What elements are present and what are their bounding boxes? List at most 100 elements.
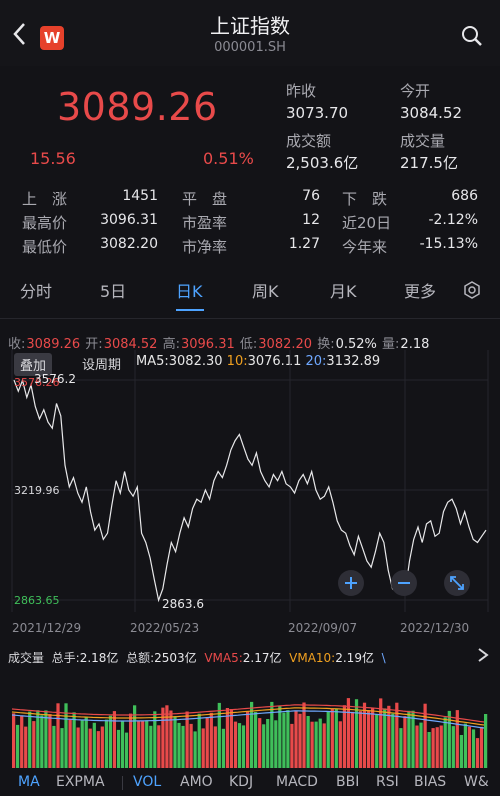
volume-bar bbox=[36, 710, 40, 768]
volume-bar bbox=[80, 719, 84, 768]
volume-bar bbox=[399, 728, 403, 768]
volume-bar bbox=[278, 706, 282, 768]
total-amount-value: 2503亿 bbox=[154, 651, 197, 665]
settings-icon[interactable] bbox=[462, 280, 482, 304]
volume-bar bbox=[88, 728, 92, 768]
flat-count-label: 平 盘 bbox=[182, 190, 228, 208]
volume-bar bbox=[451, 726, 455, 768]
volume-bar bbox=[100, 726, 104, 768]
tab-ma[interactable]: MA bbox=[18, 774, 40, 790]
volume-bar bbox=[435, 727, 439, 768]
volume-bar bbox=[383, 708, 387, 768]
volume-bar bbox=[250, 701, 254, 768]
zoom-out-icon[interactable] bbox=[391, 570, 417, 596]
volume-bar bbox=[209, 712, 213, 768]
tab-vol[interactable]: VOL bbox=[133, 774, 161, 790]
volume-bar bbox=[60, 728, 64, 768]
tab-more[interactable]: 更多 bbox=[404, 278, 436, 302]
volume-bar bbox=[48, 714, 52, 768]
volume-bar bbox=[20, 715, 24, 768]
volume-bar bbox=[205, 717, 209, 768]
volume-bar bbox=[96, 731, 100, 768]
volume-bar bbox=[44, 710, 48, 768]
volume-bar bbox=[177, 722, 181, 768]
vma20-label: \ bbox=[381, 651, 386, 665]
volume-bar bbox=[330, 708, 334, 768]
volume-bar bbox=[92, 722, 96, 768]
volume-bar bbox=[286, 710, 290, 768]
volume-bar bbox=[40, 715, 44, 768]
tab-expma[interactable]: EXPMA bbox=[56, 774, 105, 790]
volume-bar bbox=[149, 725, 153, 768]
tab-intraday[interactable]: 分时 bbox=[20, 278, 52, 302]
down-count-label: 下 跌 bbox=[342, 190, 388, 208]
volume-bar bbox=[76, 727, 80, 768]
volume-bar bbox=[258, 718, 262, 768]
volume-chart[interactable] bbox=[0, 668, 500, 768]
volume-bar bbox=[141, 720, 145, 768]
chart-grid bbox=[11, 350, 489, 612]
vma10-label: VMA10: bbox=[289, 651, 336, 665]
tab-rsi[interactable]: RSI bbox=[376, 774, 399, 790]
volume-bar bbox=[427, 732, 431, 768]
volume-bar bbox=[306, 716, 310, 768]
tab-bias[interactable]: BIAS bbox=[414, 774, 446, 790]
volume-bar bbox=[395, 702, 399, 768]
x-tick-label: 2022/09/07 bbox=[288, 621, 357, 635]
tab-wr[interactable]: W& bbox=[464, 774, 489, 790]
price-change: 15.56 bbox=[30, 149, 76, 168]
tab-monthly-k[interactable]: 月K bbox=[330, 278, 357, 302]
volume-bar bbox=[108, 715, 113, 768]
zoom-in-icon[interactable] bbox=[338, 570, 364, 596]
volume-bar bbox=[201, 728, 205, 768]
expand-icon[interactable] bbox=[444, 570, 470, 596]
volume-bar bbox=[104, 719, 109, 768]
tab-amo[interactable]: AMO bbox=[180, 774, 213, 790]
volume-bar bbox=[254, 712, 258, 768]
low-label: 最低价 bbox=[22, 238, 68, 256]
volume-section-label: 成交量 bbox=[8, 651, 45, 665]
price-change-percent: 0.51% bbox=[203, 149, 254, 168]
volume-bar bbox=[185, 711, 189, 768]
volume-bar bbox=[314, 721, 318, 768]
y-tick-label: 2863.65 bbox=[14, 594, 60, 607]
volume-bar bbox=[415, 725, 419, 768]
volume-bar bbox=[193, 731, 197, 768]
tab-bbi[interactable]: BBI bbox=[336, 774, 359, 790]
pe-value: 12 bbox=[302, 212, 320, 228]
volume-bar bbox=[298, 713, 302, 768]
volume-bar bbox=[294, 710, 298, 768]
tab-kdj[interactable]: KDJ bbox=[229, 774, 253, 790]
volume-legend: 成交量 总手:2.18亿 总额:2503亿 VMA5:2.17亿 VMA10:2… bbox=[8, 649, 386, 666]
volume-bar bbox=[229, 709, 234, 768]
x-tick-label: 2022/05/23 bbox=[130, 621, 199, 635]
volume-value: 217.5亿 bbox=[400, 154, 458, 172]
x-tick-label: 2021/12/29 bbox=[12, 621, 81, 635]
volume-bar bbox=[471, 729, 476, 768]
volume-bar bbox=[157, 725, 161, 768]
current-price: 3089.26 bbox=[57, 85, 218, 129]
up-count: 1451 bbox=[122, 188, 158, 204]
volume-bar bbox=[459, 735, 464, 768]
x-tick-label: 2022/12/30 bbox=[400, 621, 469, 635]
volume-bar bbox=[463, 723, 468, 768]
volume-bar bbox=[403, 716, 407, 768]
volume-label: 成交量 bbox=[400, 132, 446, 150]
volume-bar bbox=[181, 725, 185, 768]
volume-bar bbox=[116, 729, 121, 768]
tab-daily-k[interactable]: 日K bbox=[176, 278, 203, 302]
volume-bar bbox=[334, 708, 338, 768]
tab-weekly-k[interactable]: 周K bbox=[252, 278, 279, 302]
volume-bar bbox=[225, 708, 230, 768]
collapse-icon[interactable] bbox=[476, 646, 492, 668]
tab-5day[interactable]: 5日 bbox=[100, 278, 126, 302]
tab-macd[interactable]: MACD bbox=[276, 774, 318, 790]
price-chart[interactable]: 3576.26 3219.96 2863.65 3576.2 2863.6 20… bbox=[0, 350, 500, 640]
volume-bar bbox=[371, 707, 375, 768]
volume-bar bbox=[338, 721, 342, 768]
y-tick-label: 3219.96 bbox=[14, 484, 60, 497]
volume-bar bbox=[233, 721, 238, 768]
vma10-value: 2.19亿 bbox=[335, 651, 374, 665]
volume-bar bbox=[302, 702, 306, 768]
search-icon[interactable] bbox=[460, 24, 484, 48]
